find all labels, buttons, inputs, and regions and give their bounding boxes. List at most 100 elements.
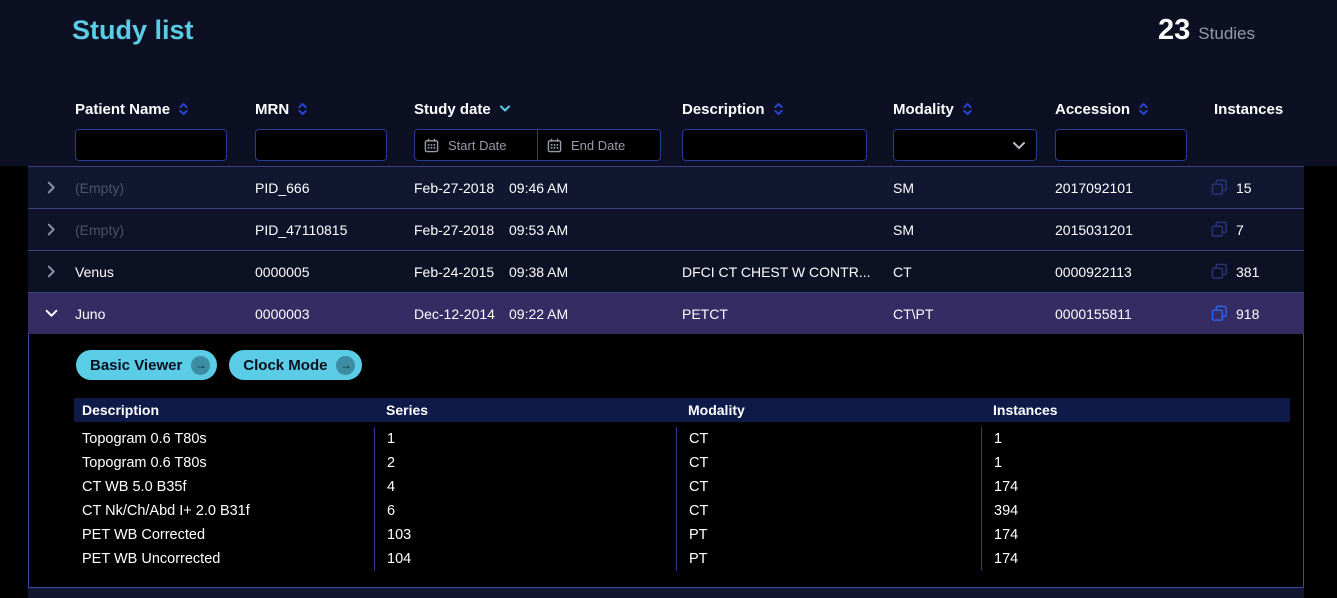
chevron-right-icon [47,223,56,236]
patient-name-cell: (Empty) [75,222,255,238]
study-row[interactable]: Venus 0000005 Feb-24-201509:38 AM DFCI C… [28,250,1304,292]
patient-name-filter-input[interactable] [75,129,227,161]
end-date-field[interactable] [537,129,661,161]
series-copy-icon [1211,179,1228,196]
filter-bar: Patient Name MRN Study date [0,66,1337,166]
chevron-down-icon [1012,141,1026,150]
time-value: 09:53 AM [509,222,568,238]
series-row[interactable]: PET WB Corrected 103 PT 174 [74,523,1290,547]
column-header-modality[interactable]: Modality [893,100,1055,118]
series-modality: CT [676,451,981,475]
series-modality: CT [676,427,981,451]
column-header-accession[interactable]: Accession [1055,100,1205,118]
study-row-expanded[interactable]: Juno 0000003 Dec-12-201409:22 AM PETCT C… [28,292,1304,334]
accession-cell: 2017092101 [1055,180,1205,196]
series-header-modality: Modality [676,402,981,418]
patient-name-cell: Venus [75,264,255,280]
series-description: Topogram 0.6 T80s [74,427,374,451]
series-row[interactable]: PET WB Uncorrected 104 PT 174 [74,547,1290,571]
start-date-input[interactable] [448,138,528,153]
sort-icon [297,101,308,117]
instances-count: 7 [1236,222,1244,238]
column-header-mrn[interactable]: MRN [255,100,414,118]
column-header-study-date[interactable]: Study date [414,100,682,118]
description-filter-input[interactable] [682,129,867,161]
modality-cell: SM [893,180,1055,196]
column-label-instances: Instances [1214,101,1283,118]
column-header-patient-name[interactable]: Patient Name [75,100,255,118]
sort-icon [962,101,973,117]
instances-cell: 15 [1205,179,1304,196]
sort-descending-icon [499,105,511,113]
series-instances: 1 [981,427,1290,451]
filter-study-date: Study date [414,100,682,161]
column-label-accession: Accession [1055,101,1130,118]
end-date-input[interactable] [571,138,651,153]
arrow-right-icon: → [336,356,355,375]
expand-cell [28,309,75,318]
series-row[interactable]: CT Nk/Ch/Abd I+ 2.0 B31f 6 CT 394 [74,499,1290,523]
series-table-body: Topogram 0.6 T80s 1 CT 1 Topogram 0.6 T8… [74,422,1290,571]
series-description: CT Nk/Ch/Abd I+ 2.0 B31f [74,499,374,523]
series-copy-icon [1211,221,1228,238]
series-instances: 174 [981,523,1290,547]
series-number: 104 [374,547,676,571]
instances-count: 15 [1236,180,1252,196]
series-row[interactable]: Topogram 0.6 T80s 2 CT 1 [74,451,1290,475]
series-description: CT WB 5.0 B35f [74,475,374,499]
expand-cell [28,265,75,278]
calendar-icon [547,138,562,153]
study-row[interactable]: (Empty) PID_666 Feb-27-201809:46 AM SM 2… [28,166,1304,208]
studies-count-label: Studies [1198,24,1255,44]
study-row[interactable]: (Empty) PID_47110815 Feb-27-201809:53 AM… [28,208,1304,250]
time-value: 09:22 AM [509,306,568,322]
time-value: 09:46 AM [509,180,568,196]
header-bar: Study list 23 Studies [0,0,1337,66]
accession-filter-input[interactable] [1055,129,1187,161]
start-date-field[interactable] [414,129,538,161]
instances-count: 918 [1236,306,1259,322]
series-row[interactable]: CT WB 5.0 B35f 4 CT 174 [74,475,1290,499]
series-instances: 174 [981,475,1290,499]
instances-cell: 381 [1205,263,1304,280]
date-value: Dec-12-2014 [414,306,509,322]
expand-column-spacer [28,100,75,161]
clock-mode-button[interactable]: Clock Mode → [229,350,362,380]
next-row-partial[interactable] [28,588,1304,598]
expanded-study-panel: Basic Viewer → Clock Mode → Description … [28,334,1304,588]
clock-mode-label: Clock Mode [243,357,327,374]
study-list-app: Study list 23 Studies Patient Name MRN S… [0,0,1337,598]
patient-name-cell: (Empty) [75,180,255,196]
patient-name-cell: Juno [75,306,255,322]
modality-cell: CT\PT [893,306,1055,322]
chevron-right-icon [47,181,56,194]
instances-cell: 918 [1205,305,1304,322]
date-value: Feb-24-2015 [414,264,509,280]
accession-cell: 2015031201 [1055,222,1205,238]
filter-patient-name: Patient Name [75,100,255,161]
filter-modality: Modality [893,100,1055,161]
mrn-filter-input[interactable] [255,129,387,161]
expand-cell [28,223,75,236]
column-header-instances: Instances [1214,100,1304,118]
series-instances: 394 [981,499,1290,523]
series-instances: 1 [981,451,1290,475]
series-header-instances: Instances [981,402,1290,418]
series-table: Description Series Modality Instances To… [74,398,1290,571]
study-date-cell: Feb-27-201809:46 AM [414,180,682,196]
series-modality: PT [676,523,981,547]
filter-mrn: MRN [255,100,414,161]
series-description: PET WB Uncorrected [74,547,374,571]
sort-icon [178,101,189,117]
series-table-header: Description Series Modality Instances [74,398,1290,422]
filter-instances: Instances [1205,100,1304,161]
series-row[interactable]: Topogram 0.6 T80s 1 CT 1 [74,427,1290,451]
viewer-buttons: Basic Viewer → Clock Mode → [76,350,1290,380]
mrn-cell: PID_666 [255,180,414,196]
basic-viewer-button[interactable]: Basic Viewer → [76,350,217,380]
series-modality: CT [676,499,981,523]
series-number: 6 [374,499,676,523]
modality-select[interactable] [893,129,1037,161]
filter-description: Description [682,100,893,161]
column-header-description[interactable]: Description [682,100,893,118]
